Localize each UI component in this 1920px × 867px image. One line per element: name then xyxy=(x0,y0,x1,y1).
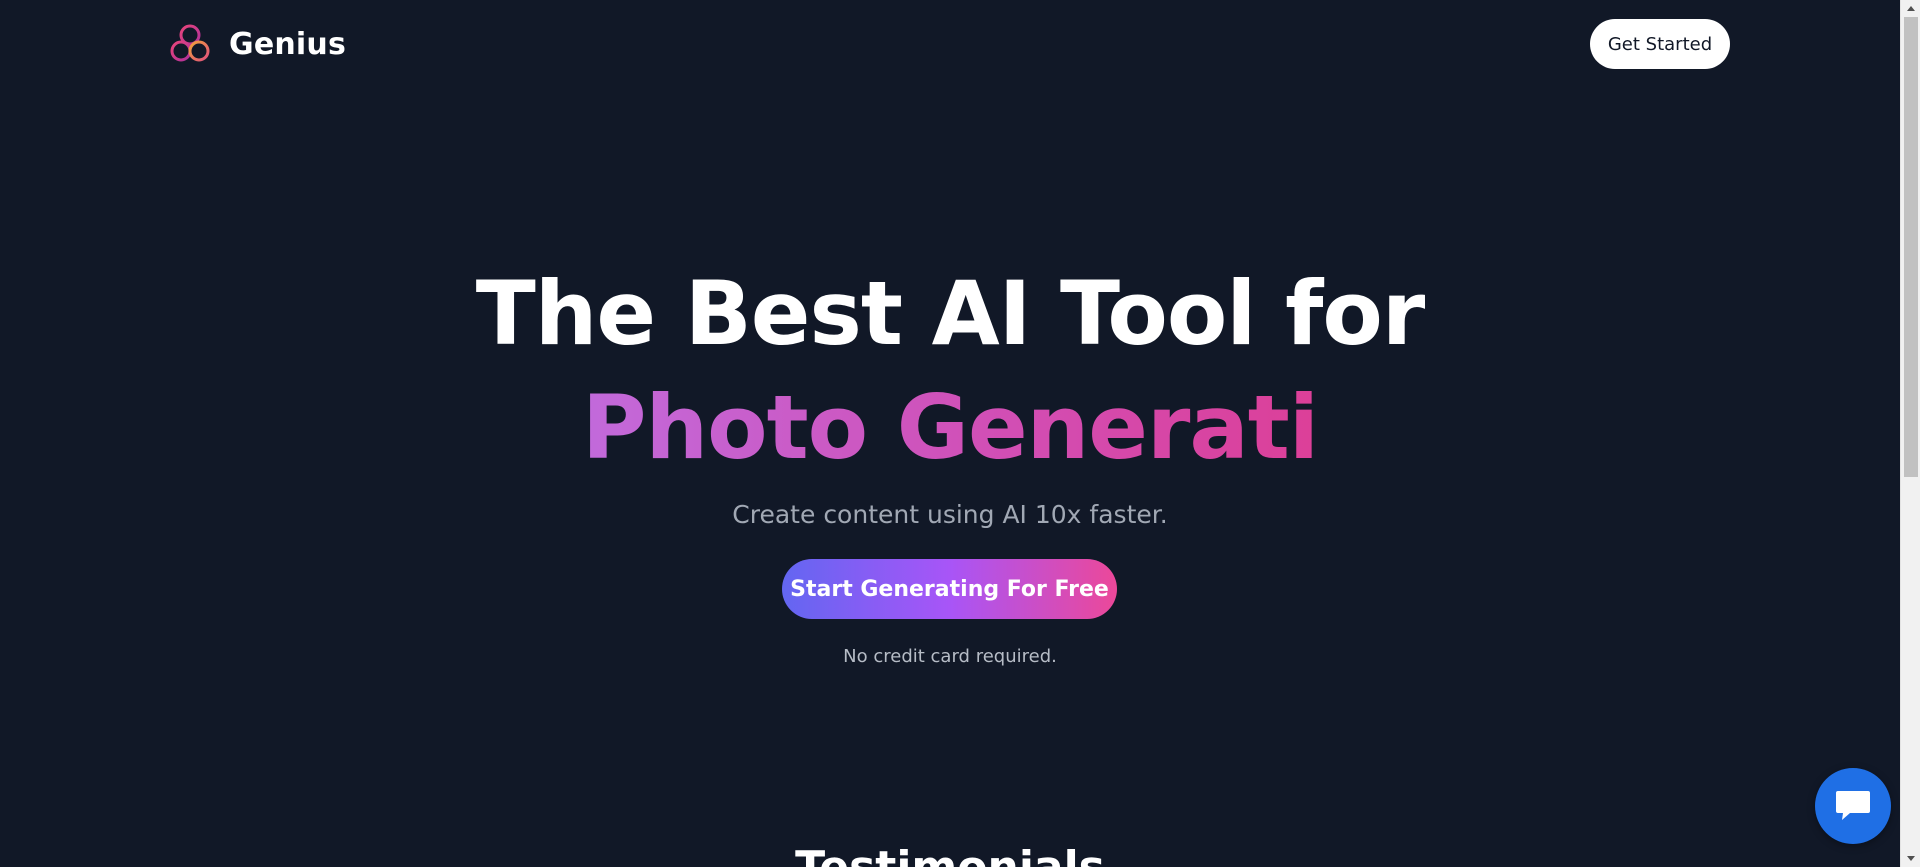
get-started-button[interactable]: Get Started xyxy=(1590,19,1730,69)
typed-text: Photo Generati xyxy=(581,376,1319,479)
landing-page: Genius Get Started The Best AI Tool for … xyxy=(0,0,1900,867)
testimonials-heading: Testimonials xyxy=(0,840,1900,867)
no-credit-card-note: No credit card required. xyxy=(843,646,1057,667)
chat-launcher-button[interactable] xyxy=(1815,768,1891,844)
scrollbar-thumb[interactable] xyxy=(1904,17,1918,477)
chat-bubble-icon xyxy=(1836,791,1870,820)
scroll-down-arrow-icon[interactable] xyxy=(1901,850,1920,867)
hero-headline: The Best AI Tool for xyxy=(475,262,1426,365)
brand-name: Genius xyxy=(229,26,347,62)
scroll-up-arrow-icon[interactable] xyxy=(1901,0,1920,17)
start-generating-button[interactable]: Start Generating For Free xyxy=(782,559,1117,619)
brand-logo-link[interactable]: Genius xyxy=(168,22,346,66)
hero-typed-headline: Photo Generati xyxy=(0,372,1900,484)
triple-ring-logo-icon xyxy=(170,24,210,62)
page-scrollbar[interactable] xyxy=(1900,0,1920,867)
hero-subheadline: Create content using AI 10x faster. xyxy=(732,500,1168,529)
